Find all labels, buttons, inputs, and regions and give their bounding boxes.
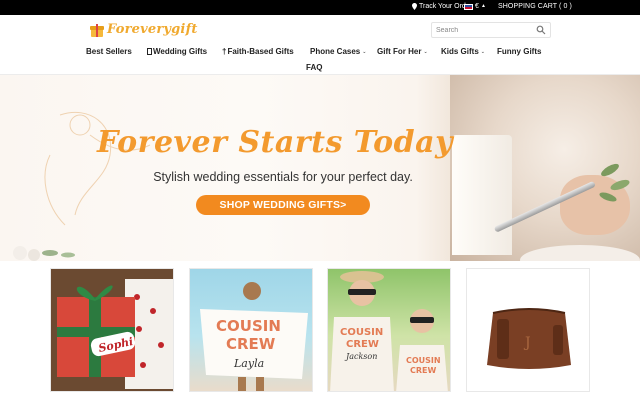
top-bar: Track Your Order € ▲ SHOPPING CART ( 0 ) [0, 0, 640, 15]
kids-tshirt-product-image: COUSIN CREW Jackson COUSIN CREW [330, 271, 448, 391]
nav-phone-cases[interactable]: Phone Cases ⌄ [310, 47, 366, 56]
svg-text:COUSIN: COUSIN [406, 356, 441, 365]
nav-label: Best Sellers [86, 47, 132, 56]
tshirt-text-line1: COUSIN [340, 327, 383, 338]
nav-label: Kids Gifts [441, 47, 479, 56]
site-logo[interactable]: Foreverygift [90, 22, 198, 37]
nav-faith-based-gifts[interactable]: † Faith-Based Gifts [222, 47, 294, 56]
chevron-down-icon: ⌄ [480, 48, 485, 55]
hero-subtitle: Stylish wedding essentials for your perf… [153, 170, 413, 184]
shopping-cart-link[interactable]: SHOPPING CART ( 0 ) [498, 3, 572, 10]
nav-funny-gifts[interactable]: Funny Gifts [497, 47, 541, 56]
towel-text-line1: COUSIN [216, 317, 281, 335]
nav-label: Gift For Her [377, 47, 422, 56]
beach-towel-product-image: COUSIN CREW Layla [200, 282, 308, 391]
site-header: Foreverygift Best Sellers Wedding Gifts … [0, 15, 640, 75]
search-icon[interactable] [536, 25, 546, 35]
cross-icon: † [222, 47, 227, 56]
tshirt-text-line2: CREW [346, 339, 379, 350]
product-card[interactable]: Sophi [50, 268, 174, 392]
logo-text: Foreverygift [107, 22, 198, 37]
product-card[interactable]: J [466, 268, 590, 392]
towel-text-line2: CREW [226, 335, 276, 353]
product-grid: Sophi COUSIN CREW Layla COUSIN CREW Jack… [0, 268, 640, 400]
nav-label: Funny Gifts [497, 47, 542, 56]
product-card[interactable]: COUSIN CREW Jackson COUSIN CREW [327, 268, 451, 392]
nav-wedding-gifts[interactable]: Wedding Gifts [147, 47, 207, 56]
product-card[interactable]: COUSIN CREW Layla [189, 268, 313, 392]
chevron-down-icon: ⌄ [423, 48, 428, 55]
shop-wedding-gifts-button[interactable]: SHOP WEDDING GIFTS> [196, 195, 370, 215]
location-pin-icon [412, 3, 417, 10]
svg-text:J: J [523, 335, 531, 351]
nav-faq[interactable]: FAQ [306, 63, 322, 72]
search-box [431, 22, 551, 38]
flowers-decoration [13, 246, 75, 261]
nav-best-sellers[interactable]: Best Sellers [86, 47, 132, 56]
nav-label: Phone Cases [310, 47, 361, 56]
search-input[interactable] [436, 25, 532, 36]
caret-up-icon[interactable]: ▲ [481, 3, 486, 9]
nav-gift-for-her[interactable]: Gift For Her ⌄ [377, 47, 428, 56]
chevron-down-icon: ⌄ [362, 48, 367, 55]
flag-icon[interactable] [464, 4, 473, 10]
nav-label: FAQ [306, 63, 323, 72]
leather-bag-product-image: J [487, 308, 571, 369]
ring-icon [147, 48, 152, 55]
gift-box-icon [90, 23, 104, 37]
towel-name: Layla [233, 357, 264, 370]
nav-kids-gifts[interactable]: Kids Gifts ⌄ [441, 47, 485, 56]
leaves-decoration [599, 163, 630, 202]
tshirt-name: Jackson [344, 352, 377, 361]
bride-line-art [44, 111, 151, 226]
currency-selector[interactable]: € [475, 3, 479, 10]
nav-label: Faith-Based Gifts [227, 47, 294, 56]
nav-label: Wedding Gifts [153, 47, 208, 56]
hero-banner[interactable]: Forever Starts Today Stylish wedding ess… [0, 75, 640, 261]
svg-text:CREW: CREW [410, 366, 436, 375]
gift-wrap-product-image: Sophi [57, 279, 173, 389]
hero-title: Forever Starts Today [96, 125, 454, 160]
